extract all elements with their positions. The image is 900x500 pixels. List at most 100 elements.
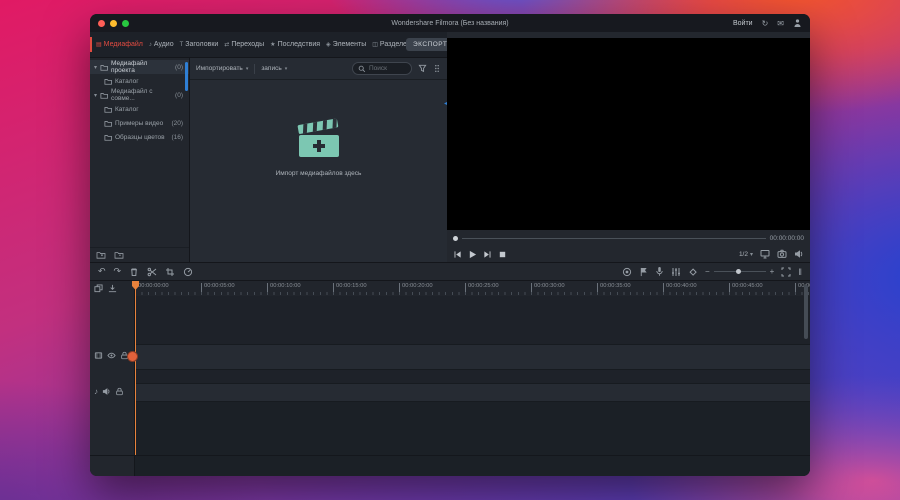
voiceover-mic-icon[interactable] (655, 266, 664, 277)
user-icon[interactable] (793, 18, 802, 28)
record-label: запись (261, 65, 282, 72)
playhead[interactable] (135, 281, 136, 455)
trash-icon[interactable] (129, 267, 139, 277)
add-to-timeline-icon[interactable] (108, 284, 117, 293)
media-empty-state[interactable]: Импорт медиафайлов здесь (190, 118, 447, 177)
chevron-down-icon[interactable]: ▾ (94, 92, 97, 99)
timeline-lane-lower[interactable] (135, 402, 810, 476)
display-icon[interactable] (760, 249, 770, 259)
zoom-slider[interactable] (713, 269, 766, 274)
mixer-icon[interactable] (671, 267, 681, 277)
titlebar: Wondershare Filmora (Без названия) Войти… (90, 14, 810, 32)
split-scissors-icon[interactable] (147, 267, 157, 277)
step-forward-button[interactable] (483, 250, 492, 259)
library-item-sample-videos[interactable]: Примеры видео (20) (90, 116, 189, 130)
fit-timeline-icon[interactable] (781, 267, 791, 277)
music-note-icon[interactable]: ♪ (94, 387, 98, 396)
clapperboard-icon (296, 118, 342, 162)
minimize-button[interactable] (110, 19, 117, 27)
tab-audio[interactable]: ♪ Аудио (149, 41, 174, 48)
zoom-out-icon[interactable]: − (705, 267, 710, 276)
divider (254, 63, 256, 74)
tab-transitions[interactable]: ⇄ Переходы (224, 41, 264, 48)
library-item-label: Каталог (115, 77, 139, 85)
library-footer (90, 247, 189, 262)
film-track-icon[interactable] (94, 351, 103, 360)
crop-icon[interactable] (165, 267, 175, 277)
panel-resize-icon[interactable]: ‖ (798, 267, 802, 277)
preview-scrubber: 00:00:00:00 (447, 230, 810, 246)
filter-icon[interactable] (418, 64, 427, 73)
video-track-lane[interactable] (135, 345, 810, 370)
tab-elements[interactable]: ◈ Элементы (326, 41, 366, 48)
copy-icon[interactable] (94, 284, 103, 293)
timeline-lane-upper[interactable] (135, 296, 810, 345)
track-header-column: ♪ (90, 281, 135, 476)
scrubber-track[interactable] (462, 237, 766, 239)
library-item-catalog-2[interactable]: Каталог (90, 102, 189, 116)
snapshot-icon[interactable] (777, 249, 787, 259)
stop-button[interactable] (498, 250, 507, 259)
tab-effects[interactable]: ★ Последствия (270, 41, 320, 48)
timeline-divider (90, 455, 810, 456)
zoom-slider-knob[interactable] (735, 269, 741, 274)
timeline-scrollbar-thumb[interactable] (804, 285, 808, 339)
zoom-button[interactable] (122, 19, 129, 27)
mail-icon[interactable]: ✉ (777, 19, 784, 28)
library-item-catalog-1[interactable]: Каталог (90, 74, 189, 88)
step-back-button[interactable] (453, 250, 462, 259)
transitions-icon: ⇄ (224, 42, 230, 48)
folder-icon (100, 64, 108, 71)
play-button[interactable] (468, 250, 477, 259)
search-box[interactable] (352, 62, 412, 75)
undo-icon[interactable]: ↶ (98, 266, 106, 277)
library-item-project-media[interactable]: ▾ Медиафайл проекта (0) (90, 60, 189, 74)
library-item-label: Медиафайл проекта (111, 60, 148, 74)
import-hint: Импорт медиафайлов здесь (275, 170, 362, 177)
volume-icon[interactable] (794, 249, 804, 259)
close-button[interactable] (98, 19, 105, 27)
tab-media[interactable]: ▤ Медиафайл (96, 41, 143, 48)
item-count: (0) (175, 91, 183, 99)
lock-icon[interactable] (115, 387, 124, 396)
login-button[interactable]: Войти (733, 20, 753, 27)
new-folder-icon[interactable] (96, 251, 106, 259)
traffic-lights (98, 19, 129, 27)
sync-icon[interactable]: ↻ (762, 19, 769, 28)
library-item-sample-colors[interactable]: Образцы цветов (16) (90, 130, 189, 144)
effects-icon: ★ (270, 42, 276, 48)
scrubber-handle[interactable] (453, 235, 458, 241)
folder-icon (104, 120, 112, 127)
track-record-dot[interactable] (127, 351, 138, 362)
record-dropdown[interactable]: запись ▾ (261, 65, 287, 72)
import-dropdown[interactable]: Импортировать ▾ (196, 65, 248, 72)
audio-track-lane[interactable] (135, 383, 810, 402)
redo-icon[interactable]: ↷ (114, 266, 122, 277)
zoom-in-icon[interactable]: + (770, 267, 775, 276)
video-preview[interactable] (447, 38, 810, 230)
speaker-icon[interactable] (102, 387, 111, 396)
filmora-window: Wondershare Filmora (Без названия) Войти… (90, 14, 810, 476)
timeline-ruler[interactable]: 00:00:00:00 00:00:05:00 00:00:10:00 00:0… (135, 281, 810, 296)
search-icon (358, 65, 366, 73)
keyframe-icon[interactable] (688, 267, 698, 277)
tab-titles[interactable]: T Заголовки (180, 41, 219, 48)
preview-timecode: 00:00:00:00 (769, 234, 804, 242)
folder-icon (100, 92, 108, 99)
search-input[interactable] (369, 65, 409, 72)
folder-icon (104, 78, 112, 85)
tab-label: Последствия (277, 41, 321, 48)
marker-icon[interactable] (639, 267, 648, 277)
view-options-icon[interactable] (433, 64, 441, 73)
record-icon[interactable] (622, 267, 632, 277)
sidebar-scrollbar-thumb[interactable] (185, 62, 188, 91)
import-label: Импортировать (196, 65, 243, 72)
item-count: (16) (171, 133, 183, 141)
quality-dropdown[interactable]: 1/2 ▾ (739, 251, 753, 258)
eye-icon[interactable] (107, 351, 116, 360)
speed-icon[interactable] (183, 267, 193, 277)
delete-folder-icon[interactable] (114, 251, 124, 259)
item-count: (0) (175, 63, 183, 71)
chevron-down-icon[interactable]: ▾ (94, 64, 97, 71)
library-item-shared-media[interactable]: ▾ Медиафайл с совме... (0) (90, 88, 189, 102)
